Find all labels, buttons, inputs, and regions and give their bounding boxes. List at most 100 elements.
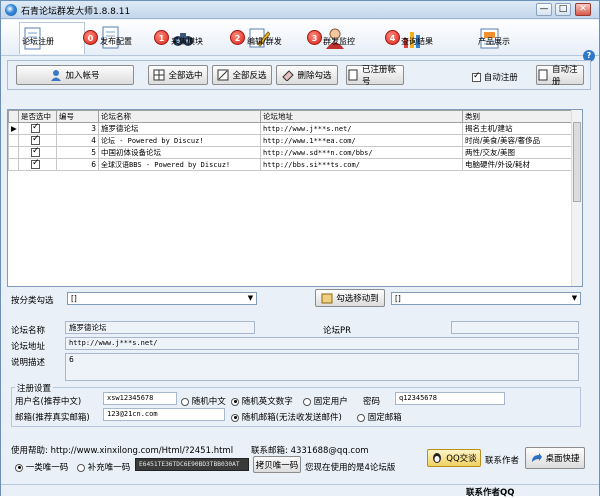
forum-name: 论坛 - Powered by Discuz! bbox=[98, 134, 261, 147]
auto-register-button[interactable]: 自动注册 bbox=[536, 65, 584, 87]
help-link[interactable]: 使用帮助: http://www.xinxilong.com/Html/?245… bbox=[11, 444, 233, 456]
tab-send-monitor[interactable]: 群发监控 bbox=[321, 22, 383, 54]
document-icon bbox=[347, 69, 359, 81]
invert-selection-button[interactable]: 全部反选 bbox=[212, 65, 272, 85]
row-marker bbox=[8, 158, 19, 171]
auto-register-checkbox[interactable]: 自动注册 bbox=[472, 71, 518, 83]
step-badge: 1 bbox=[154, 30, 169, 45]
forum-pr-label: 论坛PR bbox=[323, 326, 352, 336]
chevron-down-icon: ▼ bbox=[571, 294, 578, 302]
forum-pr-field[interactable] bbox=[451, 321, 579, 334]
registered-accounts-button[interactable]: 已注册帐号 bbox=[346, 65, 404, 87]
username-input[interactable]: xsw12345678 bbox=[103, 392, 177, 405]
one-code-option[interactable]: 一类唯一码 bbox=[15, 461, 68, 473]
target-category-select[interactable]: [] ▼ bbox=[391, 292, 581, 305]
forum-name-field[interactable]: 施罗德论坛 bbox=[65, 321, 255, 334]
table-scrollbar[interactable] bbox=[571, 110, 582, 286]
forum-url: http://www.j***s.net/ bbox=[260, 122, 463, 135]
column-header[interactable]: 论坛名称 bbox=[98, 110, 261, 123]
tab-label: 编辑/群发 bbox=[247, 36, 282, 46]
button-label: 删除勾选 bbox=[297, 71, 332, 81]
radio[interactable] bbox=[181, 397, 189, 406]
qq-chat-button[interactable]: QQ交谈 bbox=[427, 449, 481, 467]
tab-publish-config[interactable]: 发布配置 bbox=[98, 22, 158, 54]
forum-url-field[interactable]: http://www.j***s.net/ bbox=[65, 337, 579, 350]
email-input[interactable]: 123@21cn.com bbox=[103, 408, 225, 421]
radio[interactable] bbox=[357, 413, 365, 422]
step-badge: 0 bbox=[83, 30, 98, 45]
radio[interactable] bbox=[77, 463, 85, 472]
add-account-button[interactable]: 加入帐号 bbox=[16, 65, 134, 85]
radio-label: 补充唯一码 bbox=[87, 463, 131, 473]
button-label: 加入帐号 bbox=[65, 71, 100, 81]
email-label: 邮箱(推荐真实邮箱) bbox=[15, 413, 90, 423]
copy-code-button[interactable]: 拷贝唯一码 bbox=[253, 456, 301, 473]
radio[interactable] bbox=[231, 397, 239, 406]
step-badge: 2 bbox=[230, 30, 245, 45]
fixed-user-option[interactable]: 固定用户 bbox=[303, 395, 348, 407]
row-checkbox[interactable] bbox=[31, 124, 40, 134]
delete-checked-button[interactable]: 删除勾选 bbox=[276, 65, 338, 85]
column-header[interactable]: 论坛地址 bbox=[260, 110, 463, 123]
forum-category: 两性/交友/美图 bbox=[462, 146, 573, 159]
column-header[interactable]: 类别 bbox=[462, 110, 573, 123]
row-marker bbox=[8, 134, 19, 147]
select-all-button[interactable]: 全部选中 bbox=[148, 65, 208, 85]
category-select[interactable]: [] ▼ bbox=[67, 292, 257, 305]
row-checkbox[interactable] bbox=[31, 148, 40, 158]
table-row[interactable]: 4 论坛 - Powered by Discuz! http://www.1**… bbox=[8, 134, 573, 147]
title-bar: 石青论坛群发大师1.8.8.11 — □ ✕ bbox=[1, 1, 599, 19]
description-field[interactable]: 6 bbox=[65, 353, 579, 381]
row-id: 5 bbox=[56, 146, 99, 159]
unique-code-field[interactable]: E6451TE36TDC6E90BD3TBB030AT bbox=[135, 458, 249, 471]
radio-label: 随机中文 bbox=[191, 397, 226, 407]
app-icon bbox=[5, 4, 17, 16]
radio[interactable] bbox=[15, 463, 23, 472]
desktop-shortcut-button[interactable]: 桌面快捷 bbox=[525, 447, 585, 469]
column-header[interactable]: 是否选中 bbox=[18, 110, 57, 123]
random-chinese-option[interactable]: 随机中文 bbox=[181, 395, 226, 407]
username-label: 用户名(推荐中文) bbox=[15, 397, 82, 407]
tab-forum-register[interactable]: 论坛注册 bbox=[19, 22, 85, 54]
checkbox-label: 自动注册 bbox=[483, 73, 518, 83]
tab-edit-send[interactable]: 编辑/群发 bbox=[245, 22, 307, 54]
column-header[interactable]: 编号 bbox=[56, 110, 99, 123]
forum-category: 揭名主机/建站 bbox=[462, 122, 573, 135]
button-label: 全部反选 bbox=[232, 71, 267, 81]
contact-author-label: 联系作者 bbox=[485, 456, 520, 466]
button-label: 全部选中 bbox=[168, 71, 203, 81]
button-label: 拷贝唯一码 bbox=[255, 460, 299, 471]
radio[interactable] bbox=[303, 397, 311, 406]
tab-label: 采集模块 bbox=[171, 36, 203, 46]
row-checkbox[interactable] bbox=[31, 136, 40, 146]
close-button[interactable]: ✕ bbox=[575, 3, 591, 16]
button-label: 已注册帐号 bbox=[362, 65, 397, 87]
supplement-code-option[interactable]: 补充唯一码 bbox=[77, 461, 130, 473]
radio[interactable] bbox=[231, 413, 239, 422]
tab-label: 论坛注册 bbox=[22, 37, 54, 46]
tab-collect-module[interactable]: 采集模块 bbox=[169, 22, 231, 54]
minimize-button[interactable]: — bbox=[536, 3, 552, 16]
row-id: 3 bbox=[56, 122, 99, 135]
chevron-down-icon: ▼ bbox=[247, 294, 254, 302]
random-email-option[interactable]: 随机邮箱(无法收发送邮件) bbox=[231, 411, 342, 423]
radio-label: 一类唯一码 bbox=[25, 463, 69, 473]
button-label: QQ交谈 bbox=[446, 454, 477, 464]
checkbox[interactable] bbox=[472, 71, 481, 82]
move-icon bbox=[321, 292, 333, 304]
random-alnum-option[interactable]: 随机英文数字 bbox=[231, 395, 293, 407]
forum-category: 时尚/美食/美容/奢侈品 bbox=[462, 134, 573, 147]
password-input[interactable]: q12345678 bbox=[395, 392, 505, 405]
invert-icon bbox=[217, 69, 229, 81]
tab-query-results[interactable]: 查询结果 bbox=[399, 22, 467, 54]
description-label: 说明描述 bbox=[11, 358, 46, 368]
tab-product-showcase[interactable]: 产品展示 bbox=[476, 22, 544, 54]
scrollbar-thumb[interactable] bbox=[573, 122, 581, 202]
table-row[interactable]: 6 全球汉语BBS - Powered by Discuz! http://bb… bbox=[8, 158, 573, 171]
row-checkbox[interactable] bbox=[31, 160, 40, 170]
move-checked-button[interactable]: 勾选移动到 bbox=[315, 289, 385, 307]
table-row[interactable]: ▶ 3 施罗德论坛 http://www.j***s.net/ 揭名主机/建站 bbox=[8, 122, 573, 135]
maximize-button[interactable]: □ bbox=[555, 3, 571, 16]
table-row[interactable]: 5 中国初体设备论坛 http://www.sd***n.com/bbs/ 两性… bbox=[8, 146, 573, 159]
fixed-email-option[interactable]: 固定邮箱 bbox=[357, 411, 402, 423]
